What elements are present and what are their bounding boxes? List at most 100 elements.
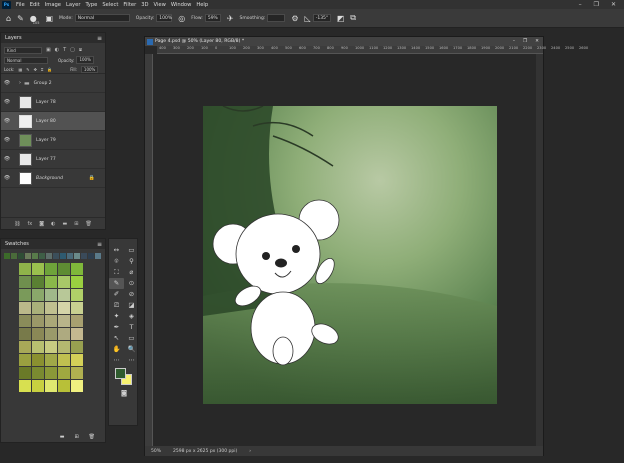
stamp-tool-icon[interactable]: ⊘ <box>124 289 139 300</box>
visibility-eye-icon[interactable]: 👁 <box>1 156 13 162</box>
color-swatch[interactable] <box>58 289 70 301</box>
color-swatch[interactable] <box>19 354 31 366</box>
menu-3d[interactable]: 3D <box>141 2 148 8</box>
status-menu-icon[interactable]: › <box>249 449 251 454</box>
recent-swatch[interactable] <box>74 253 80 259</box>
color-swatch[interactable] <box>32 328 44 340</box>
color-swatch[interactable] <box>45 276 57 288</box>
type-tool-icon[interactable]: T <box>124 322 139 333</box>
color-swatch[interactable] <box>58 367 70 379</box>
visibility-eye-icon[interactable]: 👁 <box>1 118 13 124</box>
recent-swatch[interactable] <box>39 253 45 259</box>
minimize-icon[interactable]: – <box>579 1 582 8</box>
color-swatch[interactable] <box>58 380 70 392</box>
color-swatch[interactable] <box>71 328 83 340</box>
layer-opacity-input[interactable]: 100% <box>76 56 94 64</box>
smoothing-input[interactable] <box>267 14 286 22</box>
restore-icon[interactable]: ❐ <box>523 39 527 44</box>
color-swatch[interactable] <box>71 263 83 275</box>
link-layers-icon[interactable]: ⛓ <box>14 221 20 227</box>
color-swatch[interactable] <box>58 302 70 314</box>
layer-row-layer-78[interactable]: 👁 Layer 78 <box>1 93 105 112</box>
color-swatch[interactable] <box>45 380 57 392</box>
lock-transparent-icon[interactable]: ▦ <box>18 67 22 72</box>
color-swatch[interactable] <box>45 302 57 314</box>
fx-icon[interactable]: fx <box>28 221 33 227</box>
menu-type[interactable]: Type <box>85 2 97 8</box>
recent-swatch[interactable] <box>18 253 24 259</box>
color-swatch[interactable] <box>32 302 44 314</box>
layer-row-layer-79[interactable]: 👁 Layer 79 <box>1 131 105 150</box>
zoom-tool-icon[interactable]: 🔍 <box>124 344 139 355</box>
color-swatch[interactable] <box>58 328 70 340</box>
panel-menu-icon[interactable]: ≡ <box>97 35 102 42</box>
color-swatch[interactable] <box>19 380 31 392</box>
document-tab[interactable]: Page 4.psd @ 50% (Layer 80, RGB/8) * – ❐… <box>145 37 543 46</box>
color-swatch[interactable] <box>71 276 83 288</box>
recent-swatch[interactable] <box>46 253 52 259</box>
color-swatch[interactable] <box>58 354 70 366</box>
eraser-tool-icon[interactable]: ⎚ <box>109 300 124 311</box>
color-swatch[interactable] <box>19 289 31 301</box>
lock-brush-icon[interactable]: ✎ <box>26 67 29 72</box>
marquee-tool-icon[interactable]: ▭ <box>124 245 139 256</box>
recent-swatch[interactable] <box>32 253 38 259</box>
layer-row-group-2[interactable]: 👁 › ▬ Group 2 <box>1 74 105 93</box>
color-swatch[interactable] <box>45 328 57 340</box>
airbrush-icon[interactable]: ✈ <box>227 14 234 23</box>
layer-kind-filter[interactable]: Kind <box>4 46 42 54</box>
menu-edit[interactable]: Edit <box>30 2 40 8</box>
color-swatch[interactable] <box>19 315 31 327</box>
more-tools-icon[interactable]: ⋯ <box>124 355 139 366</box>
blend-mode-select[interactable]: Normal <box>4 56 48 64</box>
pen-tool-icon[interactable]: ✒ <box>109 322 124 333</box>
lock-move-icon[interactable]: ✥ <box>34 67 37 72</box>
recent-swatch[interactable] <box>11 253 17 259</box>
color-swatch[interactable] <box>32 276 44 288</box>
home-icon[interactable]: ⌂ <box>6 14 11 23</box>
lock-icon[interactable]: 🔒 <box>89 175 95 181</box>
filter-smart-icon[interactable]: ⧈ <box>79 47 82 53</box>
brush-tool-icon[interactable]: ✎ <box>109 278 124 289</box>
color-swatch[interactable] <box>45 367 57 379</box>
color-swatch[interactable] <box>71 354 83 366</box>
color-swatch[interactable] <box>19 276 31 288</box>
color-swatch[interactable] <box>32 263 44 275</box>
filter-type-icon[interactable]: T <box>63 47 66 53</box>
color-swatch[interactable] <box>71 302 83 314</box>
filter-adjust-icon[interactable]: ◐ <box>55 47 59 53</box>
restore-icon[interactable]: ❐ <box>594 1 599 8</box>
smoothing-gear-icon[interactable]: ⚙ <box>291 14 298 23</box>
pressure-size-icon[interactable]: ◩ <box>337 14 345 23</box>
new-swatch-icon[interactable]: ⊞ <box>74 434 78 440</box>
filter-shape-icon[interactable]: ▢ <box>70 47 75 53</box>
layer-row-background[interactable]: 👁 Background 🔒 <box>1 169 105 188</box>
delete-swatch-icon[interactable]: 🗑 <box>89 434 95 440</box>
path-select-tool-icon[interactable]: ↖ <box>109 333 124 344</box>
color-swatch[interactable] <box>71 380 83 392</box>
gradient-tool-icon[interactable]: ◪ <box>124 300 139 311</box>
color-swatch[interactable] <box>71 289 83 301</box>
lock-artboard-icon[interactable]: ⌗ <box>41 67 43 72</box>
symmetry-icon[interactable]: ⧉ <box>350 13 356 23</box>
close-icon[interactable]: ✕ <box>611 1 616 8</box>
brush-tool-icon[interactable]: ✎ <box>17 14 24 23</box>
color-swatch[interactable] <box>45 263 57 275</box>
layers-panel-title[interactable]: Layers <box>5 35 22 41</box>
fill-input[interactable]: 100% <box>80 65 99 73</box>
eyedropper-tool-icon[interactable]: ⌀ <box>124 267 139 278</box>
more-tools-icon[interactable]: ⋯ <box>109 355 124 366</box>
magic-wand-tool-icon[interactable]: ⚲ <box>124 256 139 267</box>
move-tool-icon[interactable]: ↔ <box>109 245 124 256</box>
color-swatch[interactable] <box>71 367 83 379</box>
canvas-artwork[interactable] <box>203 106 497 404</box>
minimize-icon[interactable]: – <box>513 39 515 44</box>
color-swatch[interactable] <box>58 315 70 327</box>
color-swatch[interactable] <box>71 341 83 353</box>
color-swatch[interactable] <box>32 354 44 366</box>
flow-input[interactable]: 59% <box>204 14 221 22</box>
crop-tool-icon[interactable]: ⛶ <box>109 267 124 278</box>
group-chevron-icon[interactable]: › <box>19 80 21 86</box>
pencil-tool-icon[interactable]: ✐ <box>109 289 124 300</box>
menu-file[interactable]: File <box>16 2 25 8</box>
